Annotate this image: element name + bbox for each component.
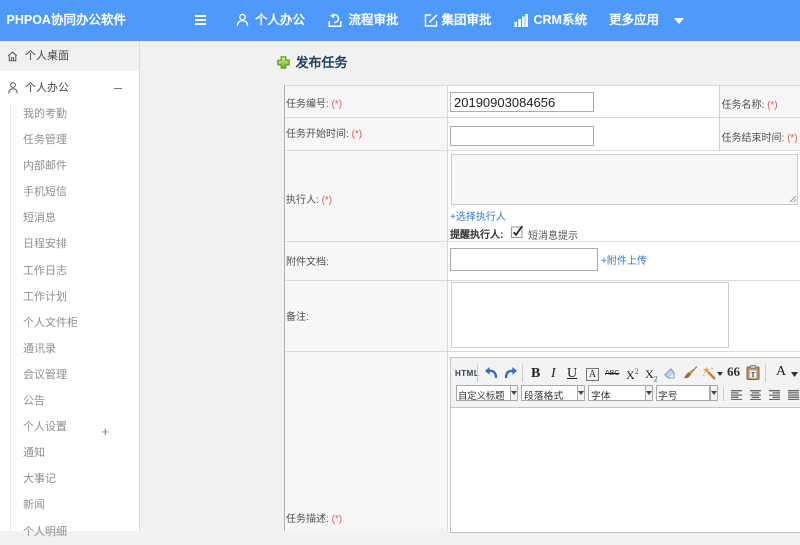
svg-text:T: T	[750, 370, 755, 379]
